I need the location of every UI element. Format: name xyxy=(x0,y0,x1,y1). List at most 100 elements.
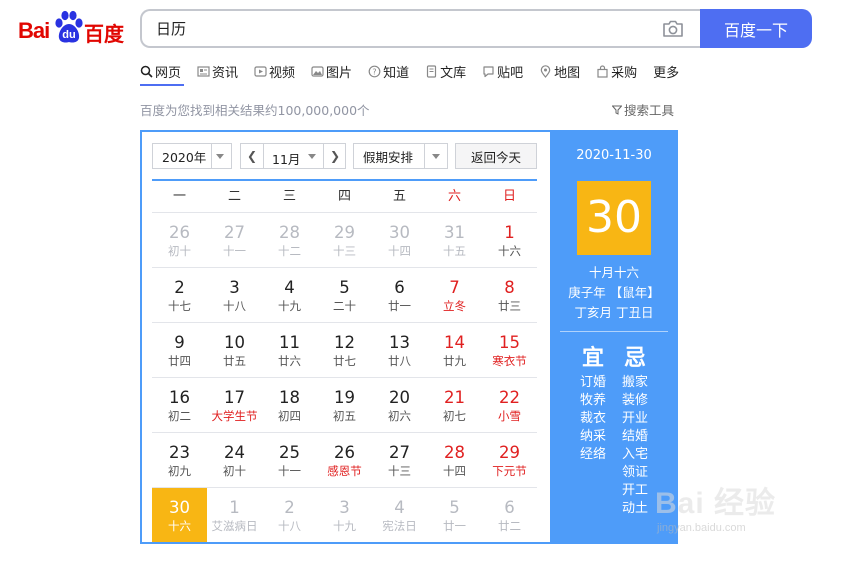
yi-item: 裁衣 xyxy=(579,411,606,426)
ji-column: 忌 搬家 装修 开业 结婚 入宅 领证 开工 动土 xyxy=(615,344,655,518)
day-number: 4 xyxy=(284,278,295,297)
calendar-day[interactable]: 9 廿四 xyxy=(152,323,207,377)
day-lunar-label: 宪法日 xyxy=(382,519,417,533)
month-select-value: 11月 xyxy=(272,152,301,167)
ji-heading: 忌 xyxy=(623,346,646,371)
day-number: 13 xyxy=(389,333,410,352)
camera-icon[interactable] xyxy=(662,19,684,39)
calendar-day[interactable]: 5 廿一 xyxy=(427,488,482,542)
day-lunar-label: 十一 xyxy=(278,464,301,478)
day-number: 27 xyxy=(389,443,410,462)
calendar-day[interactable]: 13 廿八 xyxy=(372,323,427,377)
day-lunar-label: 初六 xyxy=(388,409,411,423)
search-tools-button[interactable]: 搜索工具 xyxy=(612,100,674,119)
prev-month-button[interactable]: ❮ xyxy=(241,144,263,168)
calendar-day[interactable]: 22 小雪 xyxy=(482,378,537,432)
detail-ganzhi-year: 庚子年 【鼠年】 xyxy=(568,285,660,300)
day-lunar-label: 立冬 xyxy=(443,299,466,313)
day-number: 6 xyxy=(394,278,405,297)
calendar-day[interactable]: 11 廿六 xyxy=(262,323,317,377)
yi-heading: 宜 xyxy=(581,346,604,371)
ji-item: 动土 xyxy=(621,501,648,516)
day-number: 19 xyxy=(334,388,355,407)
calendar-day[interactable]: 27 十一 xyxy=(207,213,262,267)
day-lunar-label: 下元节 xyxy=(492,464,527,478)
search-button[interactable]: 百度一下 xyxy=(700,9,812,48)
baidu-logo[interactable]: Bai du 百度 xyxy=(18,10,126,46)
tab-images[interactable]: 图片 xyxy=(311,60,352,82)
tab-map[interactable]: 地图 xyxy=(539,60,580,82)
calendar-main: 2020年 ❮ 11月 ❯ 假期安排 返回今天 一 二 三 四 五 六 日 26… xyxy=(142,132,550,542)
day-lunar-label: 廿五 xyxy=(223,354,246,368)
calendar-week-row: 23 初九 24 初十 25 十一 26 感恩节 27 十三 28 十四 29 下元节 xyxy=(152,433,537,488)
today-button[interactable]: 返回今天 xyxy=(455,143,537,169)
search-input[interactable] xyxy=(156,11,636,46)
calendar-day[interactable]: 24 初十 xyxy=(207,433,262,487)
tab-purchase[interactable]: 采购 xyxy=(596,60,637,82)
calendar-week-row: 30 十六 1 艾滋病日 2 十八 3 十九 4 宪法日 5 廿一 6 廿二 xyxy=(152,488,537,543)
day-number: 7 xyxy=(449,278,460,297)
calendar-day[interactable]: 23 初九 xyxy=(152,433,207,487)
tab-more[interactable]: 更多 xyxy=(653,60,679,82)
calendar-day[interactable]: 14 廿九 xyxy=(427,323,482,377)
calendar-day[interactable]: 29 十三 xyxy=(317,213,372,267)
tab-label: 知道 xyxy=(383,65,410,81)
calendar-day[interactable]: 5 二十 xyxy=(317,268,372,322)
calendar-day[interactable]: 25 十一 xyxy=(262,433,317,487)
calendar-day[interactable]: 17 大学生节 xyxy=(207,378,262,432)
calendar-day[interactable]: 31 十五 xyxy=(427,213,482,267)
calendar-day[interactable]: 18 初四 xyxy=(262,378,317,432)
calendar-day[interactable]: 2 十七 xyxy=(152,268,207,322)
tab-video[interactable]: 视频 xyxy=(254,60,295,82)
tab-zhidao[interactable]: ? 知道 xyxy=(368,60,409,82)
calendar-day[interactable]: 28 十二 xyxy=(262,213,317,267)
tab-web[interactable]: 网页 xyxy=(140,60,181,82)
calendar-day-selected[interactable]: 30 十六 xyxy=(152,488,207,542)
calendar-week-row: 2 十七 3 十八 4 十九 5 二十 6 廿一 7 立冬 8 廿三 xyxy=(152,268,537,323)
calendar-day[interactable]: 26 初十 xyxy=(152,213,207,267)
calendar-day[interactable]: 10 廿五 xyxy=(207,323,262,377)
day-number: 17 xyxy=(224,388,245,407)
calendar-day[interactable]: 16 初二 xyxy=(152,378,207,432)
tab-label: 资讯 xyxy=(212,65,239,81)
calendar-day[interactable]: 19 初五 xyxy=(317,378,372,432)
day-lunar-label: 十一 xyxy=(223,244,246,258)
day-number: 16 xyxy=(169,388,190,407)
calendar-day[interactable]: 2 十八 xyxy=(262,488,317,542)
calendar-day[interactable]: 3 十九 xyxy=(317,488,372,542)
year-select[interactable]: 2020年 xyxy=(152,143,232,169)
tab-wenku[interactable]: 文库 xyxy=(425,60,466,82)
calendar-day[interactable]: 7 立冬 xyxy=(427,268,482,322)
calendar-day[interactable]: 1 艾滋病日 xyxy=(207,488,262,542)
chevron-down-icon xyxy=(432,154,440,159)
calendar-day[interactable]: 6 廿一 xyxy=(372,268,427,322)
calendar-day[interactable]: 4 十九 xyxy=(262,268,317,322)
tab-tieba[interactable]: 贴吧 xyxy=(482,60,523,82)
calendar-day[interactable]: 20 初六 xyxy=(372,378,427,432)
calendar-day[interactable]: 21 初七 xyxy=(427,378,482,432)
month-select[interactable]: ❮ 11月 ❯ xyxy=(240,143,346,169)
holiday-select[interactable]: 假期安排 xyxy=(353,143,448,169)
ji-list: 搬家 装修 开业 结婚 入宅 领证 开工 动土 xyxy=(615,374,655,518)
calendar-day[interactable]: 6 廿二 xyxy=(482,488,537,542)
svg-text:?: ? xyxy=(372,67,376,76)
calendar-day[interactable]: 1 十六 xyxy=(482,213,537,267)
tab-news[interactable]: 资讯 xyxy=(197,60,238,82)
filter-icon xyxy=(612,105,622,115)
calendar-day[interactable]: 30 十四 xyxy=(372,213,427,267)
day-number: 21 xyxy=(444,388,465,407)
calendar-day[interactable]: 26 感恩节 xyxy=(317,433,372,487)
calendar-day[interactable]: 4 宪法日 xyxy=(372,488,427,542)
forum-icon xyxy=(483,65,494,77)
next-month-button[interactable]: ❯ xyxy=(324,144,346,168)
calendar-day[interactable]: 3 十八 xyxy=(207,268,262,322)
calendar-day[interactable]: 15 寒衣节 xyxy=(482,323,537,377)
calendar-day[interactable]: 29 下元节 xyxy=(482,433,537,487)
calendar-day[interactable]: 8 廿三 xyxy=(482,268,537,322)
calendar-day[interactable]: 27 十三 xyxy=(372,433,427,487)
calendar-day[interactable]: 28 十四 xyxy=(427,433,482,487)
holiday-select-value: 假期安排 xyxy=(363,149,414,165)
day-number: 30 xyxy=(389,223,410,242)
calendar-day[interactable]: 12 廿七 xyxy=(317,323,372,377)
day-lunar-label: 廿二 xyxy=(498,519,521,533)
